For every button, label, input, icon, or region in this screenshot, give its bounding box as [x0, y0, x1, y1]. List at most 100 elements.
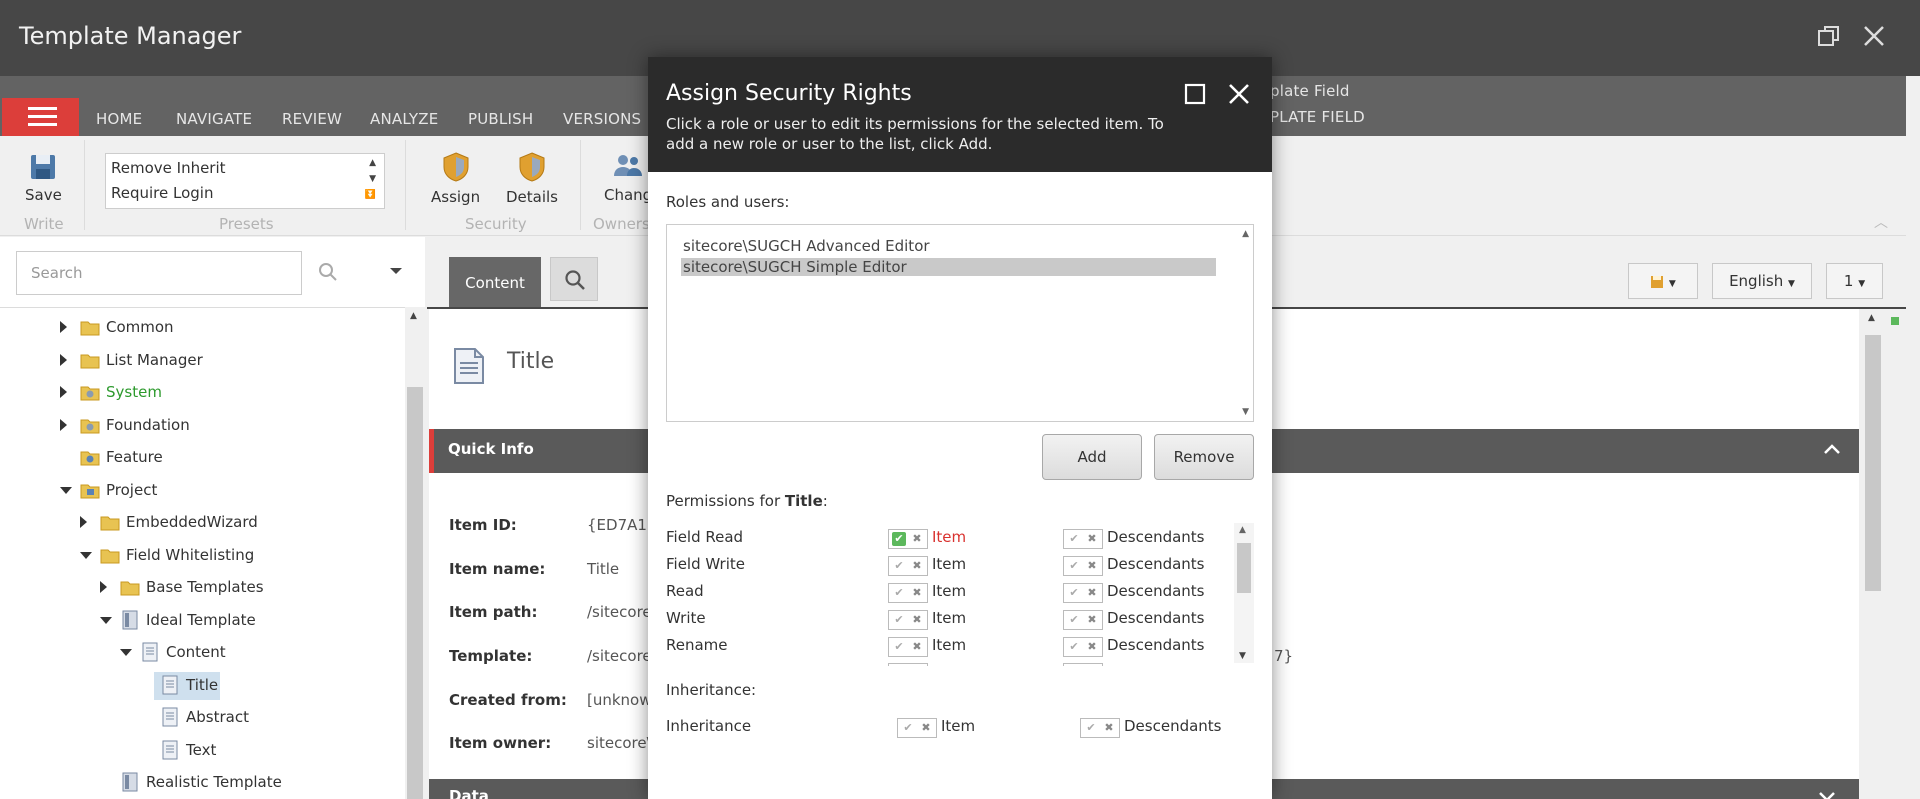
- tree-scrollbar[interactable]: ▲: [405, 307, 425, 799]
- details-button[interactable]: Details: [506, 152, 558, 206]
- deny-x-icon[interactable]: ✖: [919, 721, 933, 735]
- descendants-permission-toggle[interactable]: ✔ ✖: [1063, 610, 1103, 630]
- allow-check-icon[interactable]: ✔: [1067, 532, 1081, 546]
- allow-check-icon[interactable]: ✔: [892, 559, 906, 573]
- deny-x-icon[interactable]: ✖: [1085, 640, 1099, 654]
- folder-icon: [80, 321, 100, 336]
- hamburger-menu-icon[interactable]: [2, 98, 79, 136]
- inheritance-heading: Inheritance:: [666, 681, 757, 699]
- tree-search-input[interactable]: Search: [16, 251, 302, 295]
- tab-versions[interactable]: VERSIONS: [563, 110, 641, 128]
- scroll-down-icon[interactable]: ▼: [369, 174, 376, 184]
- tab-navigate[interactable]: NAVIGATE: [176, 110, 252, 128]
- roles-list[interactable]: sitecore\SUGCH Advanced Editor sitecore\…: [666, 224, 1254, 422]
- tab-home[interactable]: HOME: [96, 110, 142, 128]
- save-small-icon: [1651, 275, 1664, 288]
- item-permission-toggle[interactable]: ✔ ✖: [888, 610, 928, 630]
- maximize-icon[interactable]: [1184, 83, 1206, 105]
- tree-scrollbar-thumb[interactable]: [407, 387, 423, 799]
- deny-x-icon[interactable]: ✖: [910, 559, 924, 573]
- template-icon: [122, 610, 138, 630]
- item-permission-toggle[interactable]: ✔ ✖: [888, 529, 928, 549]
- chevron-up-icon[interactable]: [1823, 443, 1841, 455]
- deny-x-icon[interactable]: ✖: [910, 586, 924, 600]
- scroll-up-icon[interactable]: ▲: [1868, 313, 1875, 323]
- content-scrollbar-thumb[interactable]: [1865, 335, 1881, 591]
- deny-x-icon[interactable]: ✖: [1085, 586, 1099, 600]
- chevron-down-icon: ▼: [1858, 279, 1866, 289]
- allow-check-icon[interactable]: ✔: [1067, 559, 1081, 573]
- search-icon[interactable]: [318, 262, 338, 282]
- tab-publish[interactable]: PUBLISH: [468, 110, 533, 128]
- close-window-icon[interactable]: [1860, 24, 1888, 52]
- permissions-scrollbar-thumb[interactable]: [1237, 543, 1251, 593]
- close-icon[interactable]: [1228, 83, 1250, 105]
- restore-window-icon[interactable]: [1815, 24, 1843, 52]
- chevron-down-icon[interactable]: [1818, 791, 1836, 799]
- item-path-label: Item path:: [449, 603, 538, 621]
- deny-x-icon[interactable]: ✖: [1085, 613, 1099, 627]
- allow-check-icon[interactable]: ✔: [901, 721, 915, 735]
- collapse-ribbon-icon[interactable]: ︿: [1874, 212, 1888, 232]
- contextual-tab-group-label: plate Field: [1270, 82, 1350, 100]
- content-search-button[interactable]: [550, 257, 598, 301]
- presets-list[interactable]: Remove Inherit Require Login ▲ ▼ ⏬: [105, 153, 385, 209]
- deny-x-icon[interactable]: ✖: [910, 532, 924, 546]
- deny-x-icon[interactable]: ✖: [1085, 559, 1099, 573]
- allow-check-icon[interactable]: ✔: [1067, 613, 1081, 627]
- allow-check-icon[interactable]: ✔: [892, 532, 906, 546]
- deny-x-icon[interactable]: ✖: [1085, 532, 1099, 546]
- scroll-down-icon[interactable]: ▼: [1242, 407, 1249, 417]
- descendants-permission-toggle[interactable]: ✔ ✖: [1063, 556, 1103, 576]
- content-scrollbar[interactable]: ▲: [1859, 309, 1887, 799]
- item-permission-toggle[interactable]: ✔ ✖: [888, 637, 928, 657]
- search-options-chevron-icon[interactable]: [389, 266, 403, 276]
- deny-x-icon[interactable]: ✖: [910, 640, 924, 654]
- field-icon: [162, 740, 178, 760]
- item-field-icon: [454, 348, 484, 384]
- descendants-permission-toggle[interactable]: ✔ ✖: [1063, 637, 1103, 657]
- permissions-scrollbar[interactable]: ▲ ▼: [1234, 523, 1254, 663]
- group-divider: [580, 140, 581, 230]
- save-options-button[interactable]: ▼: [1628, 263, 1698, 299]
- role-item-selected[interactable]: sitecore\SUGCH Simple Editor: [681, 258, 1216, 276]
- scroll-up-icon[interactable]: ▲: [1239, 525, 1246, 535]
- assign-button[interactable]: Assign: [431, 152, 480, 206]
- role-item[interactable]: sitecore\SUGCH Advanced Editor: [683, 237, 930, 255]
- change-owner-button[interactable]: Chang: [604, 152, 652, 204]
- descendants-inheritance-toggle[interactable]: ✔ ✖: [1080, 718, 1120, 738]
- allow-check-icon[interactable]: ✔: [1084, 721, 1098, 735]
- allow-check-icon[interactable]: ✔: [1067, 640, 1081, 654]
- allow-check-icon[interactable]: ✔: [892, 613, 906, 627]
- item-permission-toggle[interactable]: ✔ ✖: [888, 556, 928, 576]
- deny-x-icon[interactable]: ✖: [910, 613, 924, 627]
- preset-remove-inherit[interactable]: Remove Inherit: [111, 159, 226, 177]
- descendants-permission-toggle[interactable]: ✔ ✖: [1063, 529, 1103, 549]
- preset-require-login[interactable]: Require Login: [111, 184, 213, 202]
- tab-template-field[interactable]: PLATE FIELD: [1270, 108, 1365, 126]
- tab-content[interactable]: Content: [449, 257, 541, 309]
- remove-button[interactable]: Remove: [1154, 434, 1254, 480]
- allow-check-icon[interactable]: ✔: [1067, 586, 1081, 600]
- add-button[interactable]: Add: [1042, 434, 1142, 480]
- scroll-up-icon[interactable]: ▲: [1242, 229, 1249, 239]
- allow-check-icon[interactable]: ✔: [892, 640, 906, 654]
- permission-row-field-read: Field Read ✔ ✖ Item ✔ ✖ Descendants: [666, 528, 1236, 550]
- tab-analyze[interactable]: ANALYZE: [370, 110, 438, 128]
- scroll-down-icon[interactable]: ▼: [1239, 651, 1246, 661]
- item-inheritance-toggle[interactable]: ✔ ✖: [897, 718, 937, 738]
- scroll-up-icon[interactable]: ▲: [369, 158, 376, 168]
- descendants-permission-toggle[interactable]: ✔ ✖: [1063, 583, 1103, 603]
- expand-list-icon[interactable]: ⏬: [365, 190, 376, 200]
- allow-check-icon[interactable]: ✔: [892, 586, 906, 600]
- version-selector[interactable]: 1 ▼: [1826, 263, 1883, 299]
- language-selector[interactable]: English ▼: [1712, 263, 1812, 299]
- search-icon: [565, 270, 585, 290]
- template-value-suffix: 7}: [1274, 647, 1294, 665]
- save-button[interactable]: Save: [25, 154, 62, 204]
- scroll-up-icon[interactable]: ▲: [410, 311, 417, 321]
- dialog-title: Assign Security Rights: [666, 81, 912, 106]
- tab-review[interactable]: REVIEW: [282, 110, 342, 128]
- item-permission-toggle[interactable]: ✔ ✖: [888, 583, 928, 603]
- deny-x-icon[interactable]: ✖: [1102, 721, 1116, 735]
